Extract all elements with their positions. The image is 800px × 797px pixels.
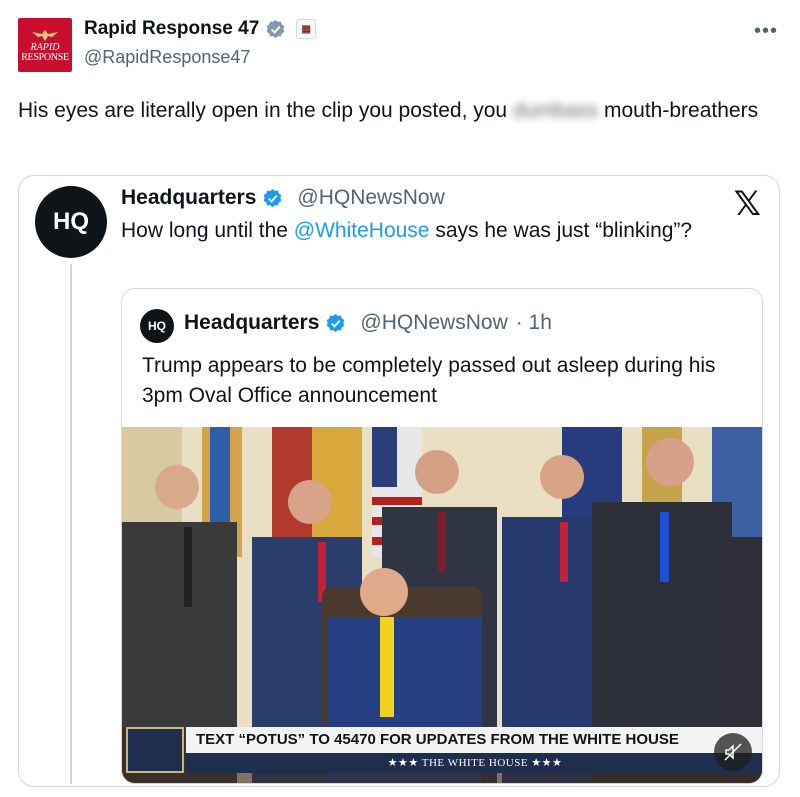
quote-avatar[interactable]: HQ [35,186,107,258]
inner-author-handle[interactable]: @HQNewsNow [360,311,507,335]
quote-author-row: Headquarters @HQNewsNow [121,186,445,210]
author-avatar[interactable]: RAPID RESPONSE [18,18,72,72]
inner-quoted-tweet[interactable]: HQ Headquarters @HQNewsNow · 1h Trump ap… [121,288,763,784]
caption-banner: TEXT “POTUS” TO 45470 FOR UPDATES FROM T… [122,727,762,773]
inner-avatar[interactable]: HQ [140,309,174,343]
inner-avatar-text: HQ [148,319,166,333]
post-text-end: mouth-breathers [598,99,759,122]
post-text-start: His eyes are literally open in the clip … [18,99,513,122]
author-name-row: Rapid Response 47 ▦ [84,18,317,40]
mute-button[interactable] [714,733,752,771]
verified-badge-icon [264,188,282,207]
quote-author-handle[interactable]: @HQNewsNow [297,186,444,210]
inner-author-name[interactable]: Headquarters [184,311,319,335]
author-name[interactable]: Rapid Response 47 [84,18,259,40]
video-media[interactable]: TEXT “POTUS” TO 45470 FOR UPDATES FROM T… [122,427,762,783]
quote-text-start: How long until the [121,219,294,242]
mute-icon [724,743,742,761]
quote-author-name[interactable]: Headquarters [121,186,256,210]
banner-text: TEXT “POTUS” TO 45470 FOR UPDATES FROM T… [186,727,762,753]
post-text-censored: dumbass [512,99,599,122]
quote-tweet-card[interactable]: HQ Headquarters @HQNewsNow 𝕏 How long un… [18,175,780,787]
inner-author-row: Headquarters @HQNewsNow · 1h [184,311,552,335]
inner-text: Trump appears to be completely passed ou… [142,354,716,407]
avatar-text-rapid: RAPID [30,41,60,53]
verified-badge-icon [327,313,345,332]
inner-timestamp[interactable]: · 1h [516,311,552,335]
quote-avatar-text: HQ [53,208,89,235]
more-options-button[interactable]: ••• [754,20,778,43]
quote-text: How long until the @WhiteHouse says he w… [121,216,741,245]
eagle-emblem-icon [32,29,58,41]
mention-link[interactable]: @WhiteHouse [294,219,430,242]
verified-badge-icon [266,19,285,38]
quote-text-end: says he was just “blinking”? [429,219,693,242]
author-handle[interactable]: @RapidResponse47 [84,47,250,68]
thread-line [70,264,72,784]
post-text: His eyes are literally open in the clip … [18,96,778,126]
banner-subtext: ★★★ THE WHITE HOUSE ★★★ [186,753,762,773]
government-badge-icon: ▦ [296,19,317,39]
white-house-seal-icon [126,727,184,773]
avatar-text-response: RESPONSE [21,51,69,63]
